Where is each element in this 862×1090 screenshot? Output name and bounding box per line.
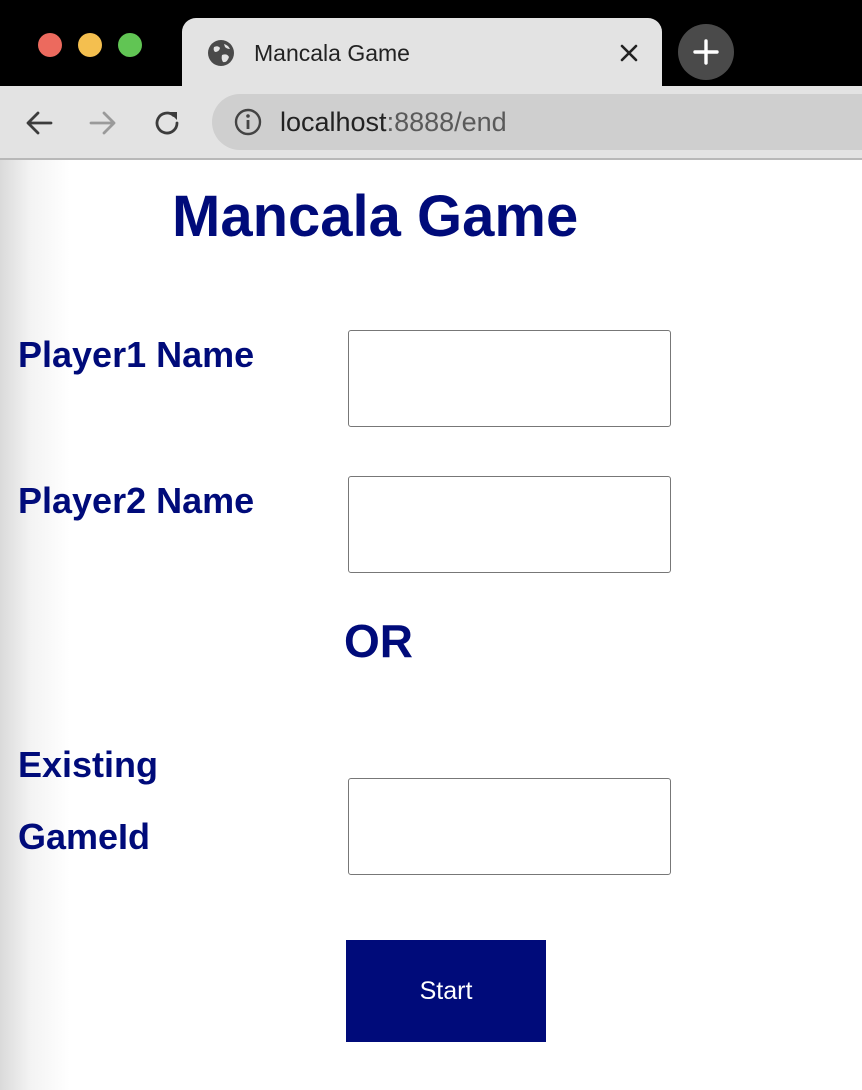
window-zoom-button[interactable]: [118, 33, 142, 57]
or-divider-text: OR: [344, 615, 413, 667]
close-icon[interactable]: [614, 38, 644, 68]
reload-icon[interactable]: [150, 106, 184, 140]
player2-name-label: Player2 Name: [18, 480, 255, 521]
url-text: localhost:8888/end: [280, 107, 507, 137]
player2-name-input[interactable]: [348, 476, 671, 573]
address-bar[interactable]: localhost:8888/end: [212, 94, 862, 150]
browser-tab[interactable]: Mancala Game: [182, 18, 662, 86]
globe-icon: [206, 38, 236, 68]
existing-game-id-label-line1: Existing: [18, 744, 159, 785]
plus-icon: [678, 39, 734, 84]
info-icon[interactable]: [232, 106, 264, 138]
page-viewport: Mancala Game Player1 Name Player2 Name O…: [0, 160, 862, 1090]
player1-name-input[interactable]: [348, 330, 671, 427]
game-id-input[interactable]: [348, 778, 671, 875]
new-tab-button[interactable]: [678, 24, 734, 80]
start-button[interactable]: Start: [346, 940, 546, 1042]
arrow-left-icon[interactable]: [22, 106, 56, 140]
page-title: Mancala Game: [172, 184, 579, 249]
player1-name-label: Player1 Name: [18, 334, 255, 375]
browser-toolbar: localhost:8888/end: [0, 86, 862, 160]
tab-title: Mancala Game: [254, 40, 410, 66]
window-minimize-button[interactable]: [78, 33, 102, 57]
window-close-button[interactable]: [38, 33, 62, 57]
existing-game-id-label-line2: GameId: [18, 816, 151, 857]
arrow-right-icon[interactable]: [86, 106, 120, 140]
url-host: localhost: [280, 107, 387, 137]
browser-tab-bar: Mancala Game: [0, 0, 862, 86]
url-path: :8888/end: [386, 107, 507, 137]
